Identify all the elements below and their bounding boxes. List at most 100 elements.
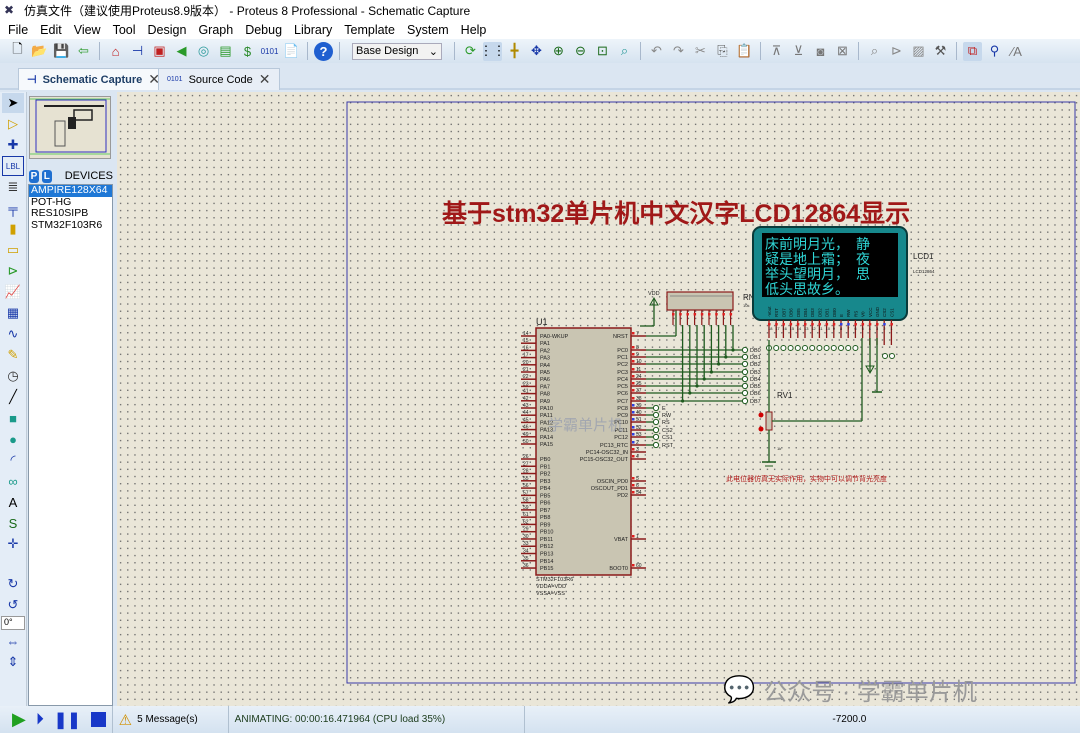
zoom-all-icon[interactable]: ⊡	[593, 42, 612, 61]
design-explorer-icon[interactable]: ▤	[216, 42, 235, 61]
open-file-icon[interactable]: 📂	[30, 42, 49, 61]
net-terminal	[741, 368, 749, 376]
mirror-horizontal-icon[interactable]: ⇔	[2, 631, 24, 651]
schematic-icon[interactable]: ⊣	[128, 42, 147, 61]
menu-edit[interactable]: Edit	[34, 23, 68, 37]
help-icon[interactable]: ?	[314, 41, 333, 61]
search-icon[interactable]: ⚲	[985, 42, 1004, 61]
pcb-icon[interactable]: ▣	[150, 42, 169, 61]
bom-icon[interactable]: $	[238, 42, 257, 61]
menu-tool[interactable]: Tool	[107, 23, 142, 37]
marker-icon[interactable]: ✛	[2, 534, 24, 554]
bus-icon[interactable]: ╤	[2, 198, 24, 218]
menu-library[interactable]: Library	[288, 23, 338, 37]
junction-icon[interactable]: ✚	[2, 135, 24, 155]
pick-devices-button[interactable]: P	[29, 169, 39, 183]
messages-indicator[interactable]: ⚠ 5 Message(s)	[113, 706, 229, 733]
gerber-icon[interactable]: ◎	[194, 42, 213, 61]
pin-name: PC0	[617, 348, 628, 354]
arc-icon[interactable]: ◜	[2, 450, 24, 470]
origin-icon[interactable]: ╋	[505, 42, 524, 61]
box-icon[interactable]: ■	[2, 408, 24, 428]
block-copy-icon[interactable]: ⊼	[767, 42, 786, 61]
path-icon[interactable]: ∞	[2, 471, 24, 491]
line-icon[interactable]: ╱	[2, 387, 24, 407]
save-icon[interactable]: 💾	[52, 42, 71, 61]
decompose-icon[interactable]: ⚒	[931, 42, 950, 61]
block-rotate-icon[interactable]: ◙	[811, 42, 830, 61]
component-mode-icon[interactable]: ▷	[2, 114, 24, 134]
tab-source-code[interactable]: 0101 Source Code ✕	[158, 68, 280, 90]
3d-icon[interactable]: ◀	[172, 42, 191, 61]
text-icon[interactable]: A	[2, 492, 24, 512]
net-terminal	[741, 389, 749, 397]
copy-icon[interactable]: ⎘	[713, 42, 732, 61]
import-icon[interactable]: ⇦	[74, 42, 93, 61]
tape-icon[interactable]: ▦	[2, 303, 24, 323]
device-item[interactable]: RES10SIPB	[29, 207, 112, 220]
cut-icon[interactable]: ✂	[691, 42, 710, 61]
refresh-icon[interactable]: ⟳	[461, 42, 480, 61]
symbol-icon[interactable]: S	[2, 513, 24, 533]
block-delete-icon[interactable]: ⊠	[833, 42, 852, 61]
menu-template[interactable]: Template	[338, 23, 401, 37]
stop-button[interactable]	[90, 712, 106, 727]
text-script-icon[interactable]: ≣	[2, 177, 24, 197]
pin-name: PC5	[617, 384, 628, 390]
menu-design[interactable]: Design	[142, 23, 193, 37]
wire-autorouter-icon[interactable]: ⧉	[963, 41, 982, 61]
pause-button[interactable]: ❚❚	[54, 710, 81, 730]
tab-schematic-capture[interactable]: ⊣ Schematic Capture ✕	[18, 68, 169, 90]
notes-icon[interactable]: 📄	[282, 42, 301, 61]
zoom-in-icon[interactable]: ⊕	[549, 42, 568, 61]
source-code-icon[interactable]: 0101	[260, 42, 279, 61]
instrument-icon[interactable]: ◷	[2, 366, 24, 386]
pick-device-icon[interactable]: ⌕	[865, 42, 884, 61]
mirror-vertical-icon[interactable]: ⇕	[2, 652, 24, 672]
menu-graph[interactable]: Graph	[192, 23, 239, 37]
selection-mode-icon[interactable]: ➤	[2, 93, 24, 113]
menu-view[interactable]: View	[68, 23, 107, 37]
property-tool-icon[interactable]: ⁄A	[1007, 42, 1026, 61]
menu-file[interactable]: File	[2, 23, 34, 37]
device-item[interactable]: AMPIRE128X64	[29, 184, 112, 197]
subcircuit-icon[interactable]: ▮	[2, 219, 24, 239]
home-icon[interactable]: ⌂	[106, 42, 125, 61]
grid-icon[interactable]: ⋮⋮	[480, 41, 506, 61]
menu-help[interactable]: Help	[455, 23, 493, 37]
block-move-icon[interactable]: ⊻	[789, 42, 808, 61]
close-icon[interactable]: ✕	[259, 71, 271, 88]
menu-system[interactable]: System	[401, 23, 455, 37]
rotate-ccw-icon[interactable]: ↺	[2, 595, 24, 615]
terminal-icon[interactable]: ▭	[2, 240, 24, 260]
generator-icon[interactable]: ∿	[2, 324, 24, 344]
make-device-icon[interactable]: ⊳	[887, 42, 906, 61]
overview-preview[interactable]	[29, 96, 111, 159]
pin-number: 7	[847, 326, 850, 331]
undo-icon[interactable]: ↶	[647, 42, 666, 61]
redo-icon[interactable]: ↷	[669, 42, 688, 61]
package-tool-icon[interactable]: ▨	[909, 42, 928, 61]
u1-prop: VDDA=VDD	[536, 584, 566, 590]
rotate-cw-icon[interactable]: ↻	[2, 574, 24, 594]
device-item[interactable]: STM32F103R6	[29, 219, 112, 232]
menu-debug[interactable]: Debug	[239, 23, 288, 37]
pin-icon[interactable]: ⊳	[2, 261, 24, 281]
paste-icon[interactable]: 📋	[735, 42, 754, 61]
pan-icon[interactable]: ✥	[527, 42, 546, 61]
circle-icon[interactable]: ●	[2, 429, 24, 449]
design-select[interactable]: Base Design ⌄	[352, 42, 442, 60]
pin-state	[847, 323, 850, 326]
zoom-out-icon[interactable]: ⊖	[571, 42, 590, 61]
probe-icon[interactable]: ✎	[2, 345, 24, 365]
schematic-canvas[interactable]: 基于stm32单片机中文汉字LCD12864显示 U1 STM32F103R6 VDD…	[117, 92, 1080, 706]
graph-icon[interactable]: 📈	[2, 282, 24, 302]
wire-label-icon[interactable]: LBL	[2, 156, 24, 176]
rotation-angle-field[interactable]: 0°	[1, 616, 25, 630]
library-manager-button[interactable]: L	[41, 169, 52, 183]
pin-number: 3	[636, 447, 639, 453]
zoom-area-icon[interactable]: ⌕	[615, 42, 634, 61]
play-button[interactable]: ▶	[12, 709, 26, 730]
new-file-icon[interactable]: 🗋	[8, 41, 27, 61]
step-button[interactable]: ⏵	[36, 711, 44, 729]
